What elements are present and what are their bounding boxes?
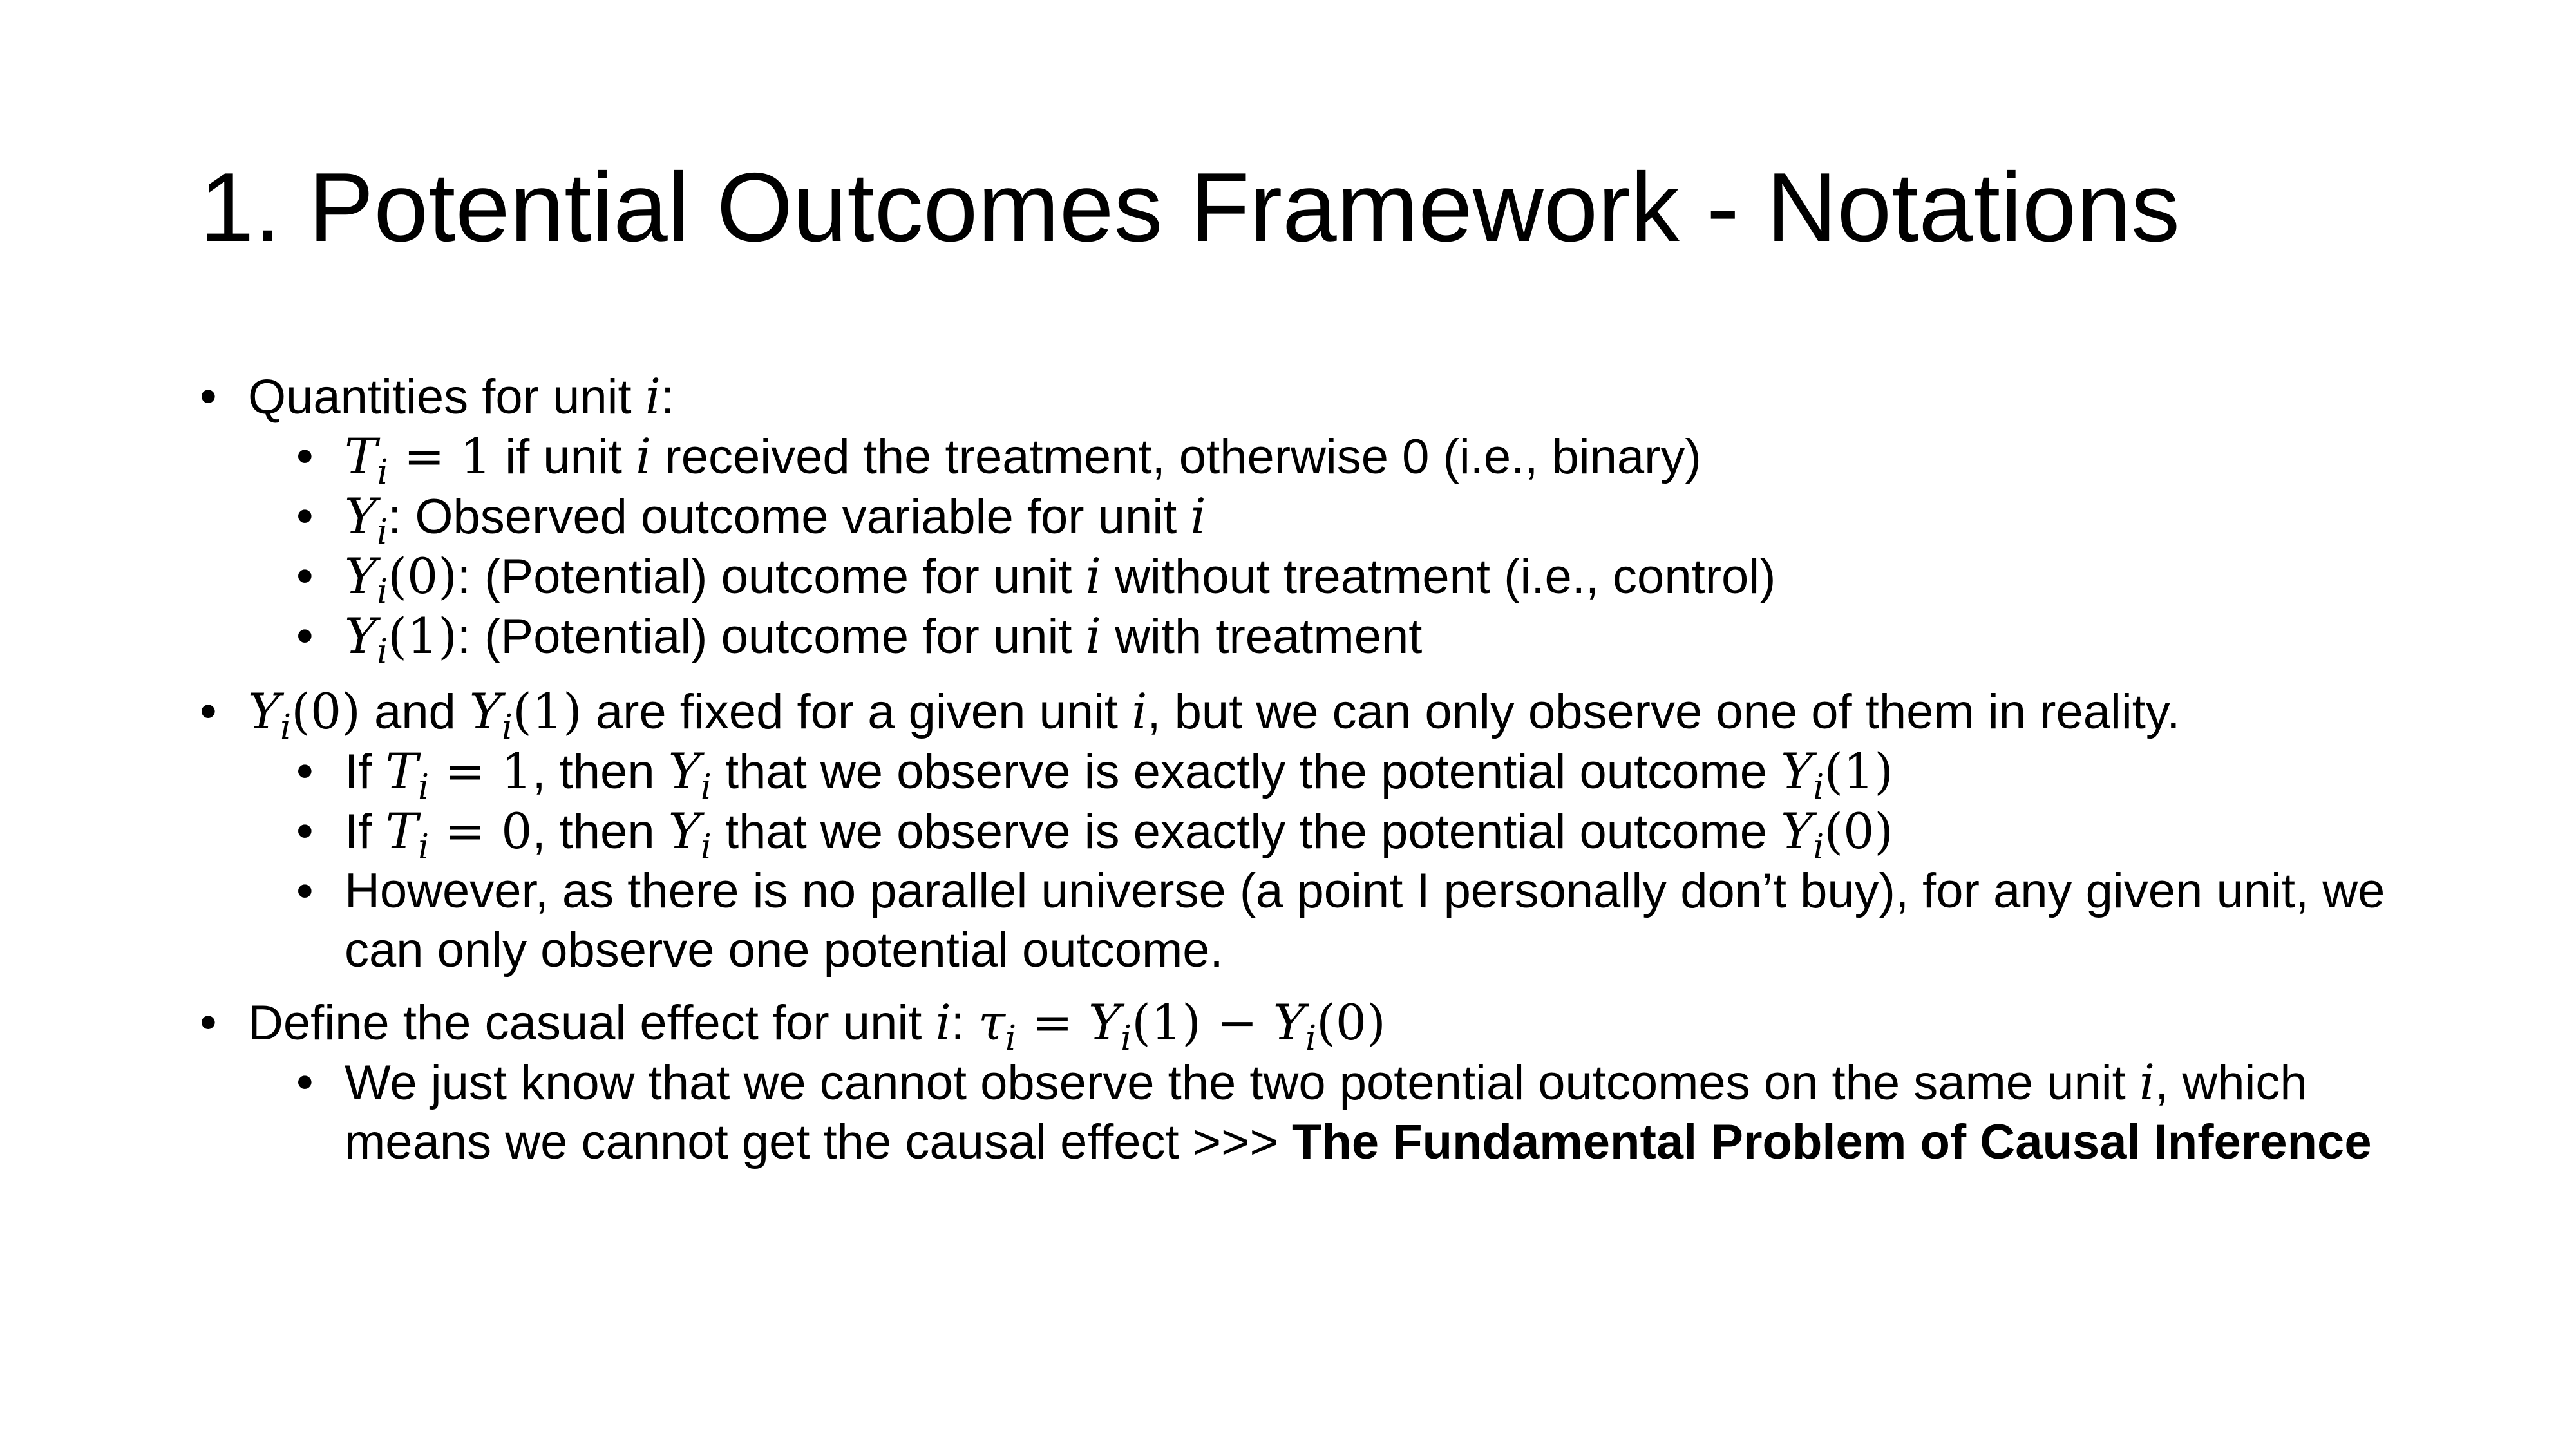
- math-Y: Y: [469, 683, 502, 740]
- bullet-if-treated: If Ti = 1, then Yi that we observe is ex…: [200, 742, 2467, 804]
- bullet-text: : Observed outcome variable for unit: [388, 489, 1191, 544]
- bullet-text: If: [345, 804, 386, 859]
- math-i: i: [1085, 547, 1101, 605]
- bullet-text: with treatment: [1101, 609, 1423, 664]
- bullet-potential-outcome-treatment: Yi(1): (Potential) outcome for unit i wi…: [200, 607, 2467, 669]
- math-sub-i: i: [377, 631, 388, 672]
- math-sub-i: i: [280, 706, 292, 747]
- bullet-parallel-universe: However, as there is no parallel univers…: [200, 862, 2467, 980]
- bullet-treatment-indicator: Ti = 1 if unit i received the treatment,…: [200, 427, 2467, 489]
- math-Y: Y: [668, 743, 701, 800]
- math-sub-i: i: [1005, 1018, 1017, 1058]
- math-Y: Y: [248, 683, 281, 740]
- bullet-text: Define the casual effect for unit: [248, 996, 936, 1050]
- math-eq1: = 1: [429, 743, 533, 800]
- math-Y: Y: [345, 547, 377, 605]
- math-i: i: [935, 994, 951, 1051]
- bullet-text: Quantities for unit: [248, 370, 645, 424]
- bullet-text: :: [661, 370, 675, 424]
- math-sub-i: i: [700, 826, 712, 867]
- math-sub-i: i: [1813, 766, 1824, 807]
- math-i: i: [1190, 488, 1206, 545]
- bullet-quantities: Quantities for unit i:: [200, 367, 2467, 427]
- math-p1: (1): [388, 607, 457, 665]
- math-Y: Y: [1781, 743, 1814, 800]
- math-eq: =: [1016, 994, 1089, 1051]
- math-sub-i: i: [1813, 826, 1824, 867]
- math-p0: (0): [388, 547, 457, 605]
- bullet-if-control: If Ti = 0, then Yi that we observe is ex…: [200, 802, 2467, 864]
- math-sub-i: i: [377, 451, 388, 492]
- math-Y: Y: [1088, 994, 1121, 1051]
- bullet-fixed-outcomes: Yi(0) and Yi(1) are fixed for a given un…: [200, 682, 2467, 744]
- math-eq0: = 0: [429, 802, 533, 860]
- math-Y: Y: [345, 607, 377, 665]
- slide-body: Quantities for unit i: Ti = 1 if unit i …: [200, 367, 2467, 1172]
- math-T: T: [345, 428, 377, 485]
- math-sub-i: i: [418, 766, 430, 807]
- bullet-observed-outcome: Yi: Observed outcome variable for unit i: [200, 487, 2467, 549]
- math-minus: −: [1200, 994, 1273, 1051]
- bullet-causal-effect: Define the casual effect for unit i: τi …: [200, 993, 2467, 1056]
- bullet-text: : (Potential) outcome for unit: [457, 549, 1086, 604]
- math-sub-i: i: [418, 826, 430, 867]
- math-sub-i: i: [1305, 1018, 1317, 1058]
- math-sub-i: i: [700, 766, 712, 807]
- math-p1: (1): [1824, 743, 1893, 800]
- bullet-potential-outcome-control: Yi(0): (Potential) outcome for unit i wi…: [200, 547, 2467, 609]
- math-p0: (0): [1824, 802, 1893, 860]
- slide-title: 1. Potential Outcomes Framework - Notati…: [200, 153, 2180, 262]
- math-p1: (1): [1132, 994, 1201, 1051]
- bullet-text: , then: [532, 744, 668, 799]
- math-i: i: [645, 368, 661, 425]
- math-sub-i: i: [1121, 1018, 1132, 1058]
- bullet-text: , but we can only observe one of them in…: [1147, 685, 2181, 739]
- bullet-text: if unit: [491, 430, 636, 484]
- bullet-text: and: [360, 685, 469, 739]
- math-T: T: [385, 743, 419, 800]
- bullet-text: are fixed for a given unit: [582, 685, 1132, 739]
- fundamental-problem-emphasis: The Fundamental Problem of Causal Infere…: [1292, 1115, 2372, 1170]
- math-i: i: [635, 428, 652, 485]
- bullet-text: : (Potential) outcome for unit: [457, 609, 1086, 664]
- bullet-text: If: [345, 744, 386, 799]
- math-tau: τ: [978, 994, 1006, 1051]
- math-sub-i: i: [502, 706, 513, 747]
- bullet-text: received the treatment, otherwise 0 (i.e…: [651, 430, 1701, 484]
- bullet-fundamental-problem: We just know that we cannot observe the …: [200, 1053, 2467, 1172]
- math-sub-i: i: [377, 511, 388, 552]
- slide: 1. Potential Outcomes Framework - Notati…: [0, 0, 2576, 1449]
- math-p0: (0): [291, 683, 361, 740]
- bullet-text: that we observe is exactly the potential…: [711, 744, 1781, 799]
- bullet-text: that we observe is exactly the potential…: [711, 804, 1781, 859]
- math-Y: Y: [1273, 994, 1306, 1051]
- math-p0: (0): [1316, 994, 1386, 1051]
- bullet-text: without treatment (i.e., control): [1101, 549, 1776, 604]
- bullet-text: :: [951, 996, 978, 1050]
- math-sub-i: i: [377, 571, 388, 612]
- math-T: T: [385, 802, 419, 860]
- math-Y: Y: [1781, 802, 1814, 860]
- math-i: i: [1085, 607, 1101, 665]
- math-i: i: [1132, 683, 1148, 740]
- math-eq1: = 1: [388, 428, 492, 485]
- math-i: i: [2139, 1054, 2155, 1111]
- bullet-text: We just know that we cannot observe the …: [345, 1056, 2139, 1110]
- bullet-text: , then: [532, 804, 668, 859]
- math-Y: Y: [668, 802, 701, 860]
- math-p1: (1): [513, 683, 582, 740]
- math-Y: Y: [345, 488, 377, 545]
